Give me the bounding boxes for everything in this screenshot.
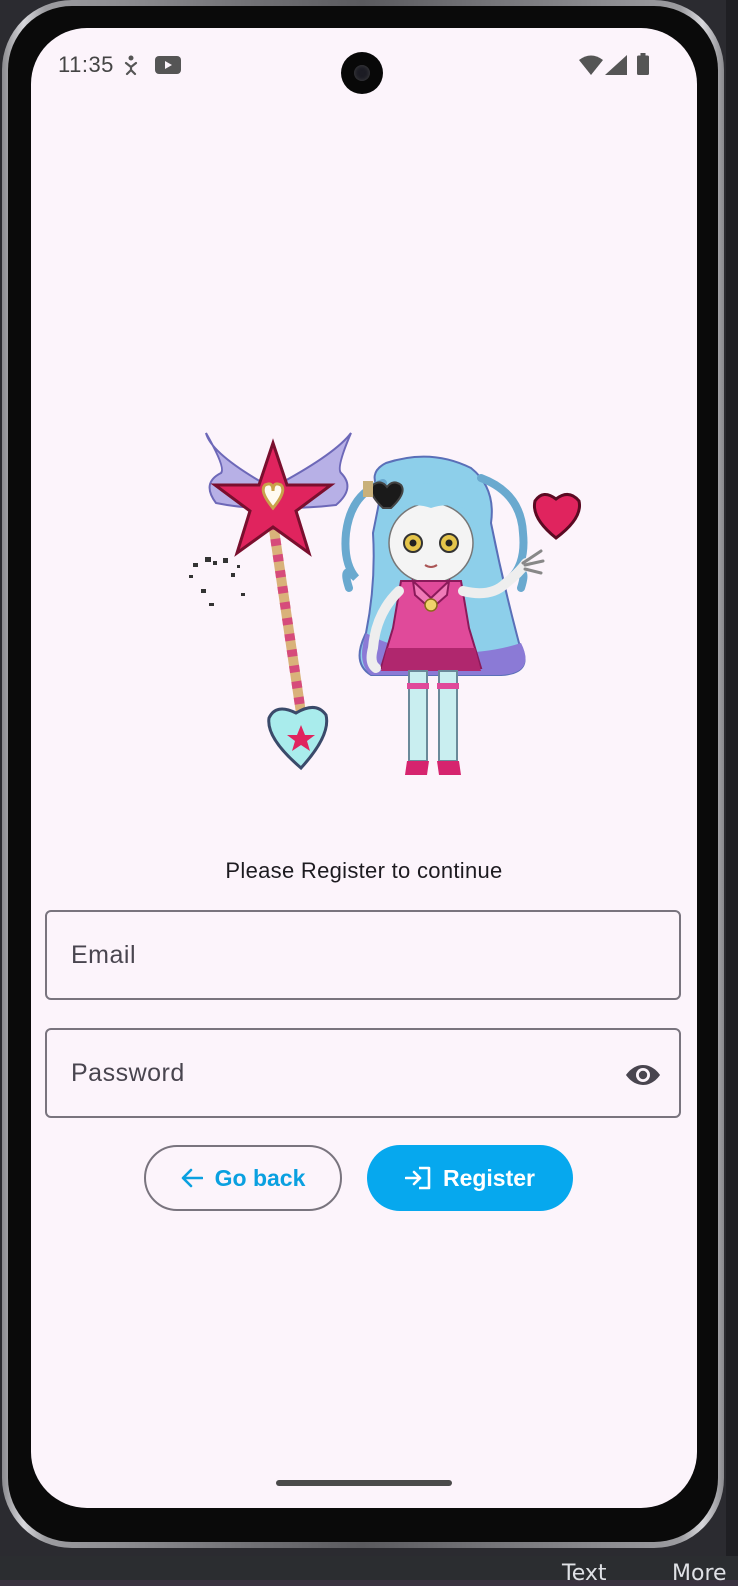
ide-side-strip	[726, 0, 738, 1580]
password-input[interactable]	[47, 1030, 679, 1116]
ide-bottom-bar: Text More	[0, 1556, 738, 1586]
phone-bezel: 11:35 Please Register to continue Email …	[8, 6, 718, 1542]
toggle-password-visibility-button[interactable]	[623, 1058, 663, 1092]
status-time: 11:35	[58, 52, 114, 77]
register-label: Register	[442, 1164, 536, 1191]
home-indicator[interactable]	[276, 1480, 452, 1486]
register-button[interactable]: Register	[367, 1145, 573, 1211]
accessibility-icon	[123, 54, 139, 81]
status-bar: 11:35	[31, 28, 697, 98]
magical-girl-illustration	[151, 413, 582, 793]
ide-tab-more[interactable]: More	[672, 1561, 727, 1586]
wifi-icon	[579, 55, 603, 80]
login-icon	[404, 1166, 431, 1190]
front-camera	[341, 52, 383, 94]
eye-icon	[626, 1065, 660, 1085]
email-field[interactable]	[45, 910, 681, 1000]
cell-signal-icon	[605, 55, 627, 80]
go-back-label: Go back	[214, 1164, 306, 1191]
register-prompt: Please Register to continue	[225, 858, 503, 883]
youtube-icon	[155, 56, 181, 79]
app-screen: 11:35 Please Register to continue Email …	[31, 28, 697, 1508]
phone-frame: 11:35 Please Register to continue Email …	[2, 0, 724, 1548]
email-input[interactable]	[47, 912, 679, 998]
battery-icon	[637, 53, 649, 80]
go-back-button[interactable]: Go back	[144, 1145, 342, 1211]
arrow-left-icon	[181, 1168, 203, 1188]
password-field[interactable]	[45, 1028, 681, 1118]
ide-tab-text[interactable]: Text	[562, 1561, 607, 1586]
